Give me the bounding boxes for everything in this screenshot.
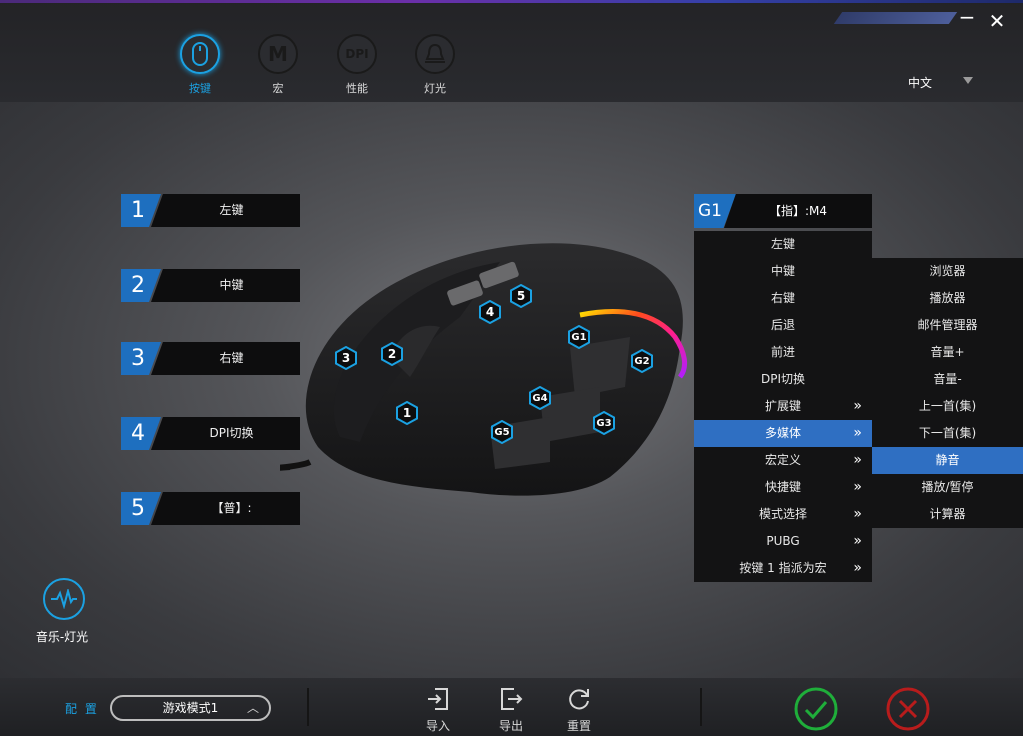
chevron-right-icon: » — [853, 479, 862, 495]
profile-select[interactable]: 游戏模式1 ︿ — [110, 695, 271, 721]
tab-macro-label: 宏 — [272, 82, 284, 95]
waveform-icon — [43, 578, 85, 620]
config-label: 配 置 — [65, 702, 99, 716]
import-label: 导入 — [425, 719, 450, 733]
key-slot-5[interactable]: 5 【普】: — [121, 492, 300, 525]
tab-performance-label: 性能 — [346, 82, 368, 95]
chevron-down-icon[interactable] — [963, 77, 973, 84]
export-button[interactable]: 导出 — [491, 686, 531, 734]
slot-value: 【指】:M4 — [724, 194, 872, 228]
menu-item[interactable]: DPI切换 — [694, 366, 872, 393]
confirm-button[interactable] — [793, 686, 839, 732]
import-button[interactable]: 导入 — [418, 686, 458, 734]
key-slot-3[interactable]: 3 右键 — [121, 342, 300, 375]
menu-item[interactable]: 右键 — [694, 285, 872, 312]
key-slot-4[interactable]: 4 DPI切换 — [121, 417, 300, 450]
marker-g3[interactable]: G3 — [593, 411, 615, 435]
marker-2[interactable]: 2 — [381, 342, 403, 366]
chevron-right-icon: » — [853, 398, 862, 414]
decor-strip — [833, 12, 958, 24]
reset-icon — [569, 689, 589, 710]
tab-macro[interactable]: M 宏 — [248, 34, 308, 96]
submenu-item[interactable]: 邮件管理器 — [872, 312, 1023, 339]
profile-value: 游戏模式1 — [162, 701, 219, 715]
chevron-right-icon: » — [853, 452, 862, 468]
marker-g1[interactable]: G1 — [568, 325, 590, 349]
chevron-right-icon: » — [853, 560, 862, 576]
marker-5[interactable]: 5 — [510, 284, 532, 308]
export-icon — [501, 688, 523, 710]
tab-lighting-label: 灯光 — [424, 82, 446, 95]
marker-g5[interactable]: G5 — [491, 420, 513, 444]
menu-item[interactable]: 按键 1 指派为宏» — [694, 555, 872, 582]
submenu-item[interactable]: 播放器 — [872, 285, 1023, 312]
import-icon — [428, 688, 448, 710]
reset-button[interactable]: 重置 — [559, 686, 599, 734]
marker-3[interactable]: 3 — [335, 346, 357, 370]
menu-item[interactable]: 左键 — [694, 231, 872, 258]
chevron-right-icon: » — [853, 533, 862, 549]
slot-value: 右键 — [151, 342, 300, 375]
menu-item[interactable]: 中键 — [694, 258, 872, 285]
key-slot-g1[interactable]: G1 【指】:M4 — [694, 194, 872, 228]
reset-label: 重置 — [566, 719, 591, 733]
music-light-label: 音乐-灯光 — [35, 630, 89, 644]
key-slot-2[interactable]: 2 中键 — [121, 269, 300, 302]
slot-value: DPI切换 — [151, 417, 300, 450]
divider — [307, 688, 309, 726]
chevron-up-icon: ︿ — [246, 701, 259, 715]
marker-g2[interactable]: G2 — [631, 349, 653, 373]
marker-4[interactable]: 4 — [479, 300, 501, 324]
menu-item[interactable]: 宏定义» — [694, 447, 872, 474]
language-select[interactable]: 中文 — [908, 74, 932, 91]
submenu-item[interactable]: 计算器 — [872, 501, 1023, 528]
slot-value: 中键 — [151, 269, 300, 302]
cancel-button[interactable] — [885, 686, 931, 732]
menu-item-selected[interactable]: 多媒体» — [694, 420, 872, 447]
menu-item[interactable]: PUBG» — [694, 528, 872, 555]
divider — [700, 688, 702, 726]
check-icon — [794, 687, 838, 731]
music-light-button[interactable]: 音乐-灯光 — [36, 578, 92, 645]
function-menu: 左键 中键 右键 后退 前进 DPI切换 扩展键» 多媒体» 宏定义» 快捷键»… — [694, 231, 872, 582]
marker-1[interactable]: 1 — [396, 401, 418, 425]
top-bar: − ✕ 按键 M 宏 DPI 性能 灯光 中文 — [0, 0, 1023, 102]
bottom-bar: 配 置 游戏模式1 ︿ 导入 导出 重置 — [0, 678, 1023, 736]
top-glow — [0, 0, 1023, 3]
submenu-item-selected[interactable]: 静音 — [872, 447, 1023, 474]
submenu-item[interactable]: 浏览器 — [872, 258, 1023, 285]
menu-item[interactable]: 模式选择» — [694, 501, 872, 528]
submenu-item[interactable]: 音量- — [872, 366, 1023, 393]
export-label: 导出 — [498, 719, 523, 733]
mouse-icon — [180, 34, 220, 74]
submenu-item[interactable]: 下一首(集) — [872, 420, 1023, 447]
menu-item[interactable]: 后退 — [694, 312, 872, 339]
tab-performance[interactable]: DPI 性能 — [327, 34, 387, 96]
menu-item[interactable]: 快捷键» — [694, 474, 872, 501]
chevron-right-icon: » — [853, 506, 862, 522]
multimedia-submenu: 浏览器 播放器 邮件管理器 音量+ 音量- 上一首(集) 下一首(集) 静音 播… — [872, 258, 1023, 528]
tab-keys[interactable]: 按键 — [170, 34, 230, 96]
tab-lighting[interactable]: 灯光 — [405, 34, 465, 96]
dpi-icon: DPI — [337, 34, 377, 74]
slot-value: 左键 — [151, 194, 300, 227]
submenu-item[interactable]: 播放/暂停 — [872, 474, 1023, 501]
slot-value: 【普】: — [151, 492, 300, 525]
key-slot-1[interactable]: 1 左键 — [121, 194, 300, 227]
menu-item[interactable]: 前进 — [694, 339, 872, 366]
submenu-item[interactable]: 音量+ — [872, 339, 1023, 366]
tab-keys-label: 按键 — [189, 82, 211, 95]
minimize-button[interactable]: − — [956, 6, 978, 28]
submenu-item[interactable]: 上一首(集) — [872, 393, 1023, 420]
close-circle-icon — [886, 687, 930, 731]
marker-g4[interactable]: G4 — [529, 386, 551, 410]
close-button[interactable]: ✕ — [986, 10, 1008, 32]
macro-icon: M — [258, 34, 298, 74]
menu-item[interactable]: 扩展键» — [694, 393, 872, 420]
chevron-right-icon: » — [853, 425, 862, 441]
bell-light-icon — [415, 34, 455, 74]
